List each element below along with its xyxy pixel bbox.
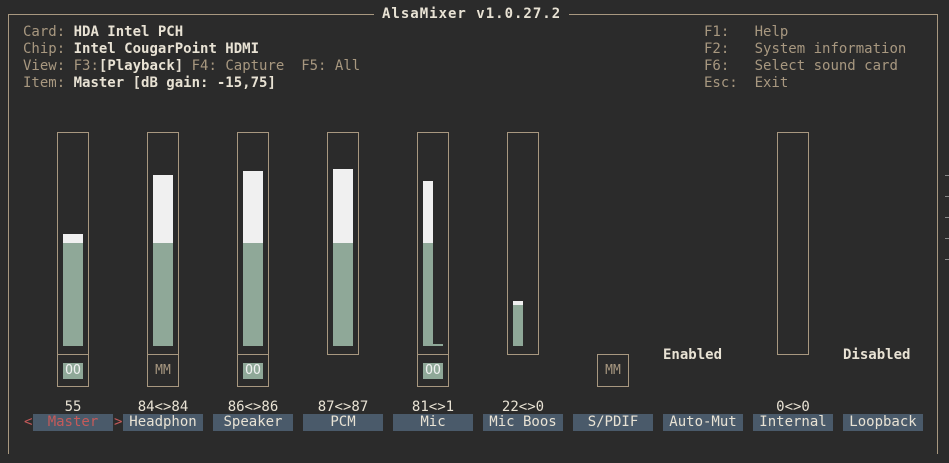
volume-fill-high <box>243 171 263 243</box>
auto-mute-status[interactable]: Enabled <box>663 347 722 364</box>
speaker-switch-state: OO <box>243 363 263 379</box>
master-switch-state: OO <box>63 363 83 379</box>
help-f6-text: Select sound card <box>754 58 898 74</box>
headphone-value: 84<>84 <box>137 399 189 415</box>
volume-fill-high <box>153 175 173 243</box>
internal-value: 0<>0 <box>776 399 810 415</box>
item-value: Master [dB gain: -15,75] <box>73 75 276 91</box>
control-spdif[interactable]: S/PDIF <box>573 414 653 431</box>
help-esc-key: Esc: <box>704 75 738 91</box>
mic-value: 81<>1 <box>411 399 455 415</box>
control-master[interactable]: Master <box>33 414 113 431</box>
volume-fill-high <box>513 301 523 305</box>
help-f6-key: F6: <box>704 58 730 74</box>
mic-capture-switch[interactable]: OO <box>417 354 449 387</box>
chip-value: Intel CougarPoint HDMI <box>73 41 260 57</box>
card-value: HDA Intel PCH <box>73 24 184 40</box>
pcm-value: 87<>87 <box>317 399 369 415</box>
control-pcm[interactable]: PCM <box>303 414 383 431</box>
headphone-volume-bar[interactable] <box>147 132 179 355</box>
item-info: Item: Master [dB gain: -15,75] <box>23 75 276 92</box>
volume-fill-low <box>153 243 173 346</box>
volume-fill-low <box>433 344 443 346</box>
volume-fill-low <box>243 243 263 346</box>
control-internal[interactable]: Internal <box>753 414 833 431</box>
volume-fill-low <box>333 243 353 346</box>
help-f1-text: Help <box>754 24 789 40</box>
mic-switch-state: OO <box>423 363 443 379</box>
mic-boost-value: 22<>0 <box>501 399 545 415</box>
help-f2[interactable]: F2: System information <box>704 41 906 58</box>
loopback-status[interactable]: Disabled <box>843 347 910 364</box>
master-mute-switch[interactable]: OO <box>57 354 89 387</box>
view-label: View: <box>23 58 66 74</box>
volume-fill-low <box>63 243 83 346</box>
mic-boost-volume-bar[interactable] <box>507 132 539 355</box>
master-value: 55 <box>64 399 82 415</box>
help-f2-key: F2: <box>704 41 730 57</box>
spdif-mute-switch[interactable]: MM <box>597 354 629 387</box>
help-f1-key: F1: <box>704 24 730 40</box>
spdif-switch-state: MM <box>605 363 621 378</box>
help-esc-text: Exit <box>754 75 789 91</box>
control-speaker[interactable]: Speaker <box>213 414 293 431</box>
volume-fill-low <box>513 305 523 346</box>
view-info: View: F3:[Playback] F4: Capture F5: All <box>23 58 360 75</box>
control-mic-boost[interactable]: Mic Boos <box>483 414 563 431</box>
view-all-tab[interactable]: F5: All <box>301 58 360 74</box>
item-label: Item: <box>23 75 66 91</box>
speaker-volume-bar[interactable] <box>237 132 269 355</box>
chip-info: Chip: Intel CougarPoint HDMI <box>23 41 259 58</box>
card-info: Card: HDA Intel PCH <box>23 24 183 41</box>
volume-fill-high <box>423 181 433 243</box>
control-headphone[interactable]: Headphon <box>123 414 203 431</box>
mic-volume-bar[interactable] <box>417 132 449 355</box>
control-loopback[interactable]: Loopback <box>843 414 923 431</box>
selection-arrow-right: > <box>114 414 123 430</box>
master-volume-bar[interactable] <box>57 132 89 355</box>
help-f1[interactable]: F1: Help <box>704 24 788 41</box>
selection-arrow-left: < <box>24 414 33 430</box>
view-f3-key: F3: <box>73 58 99 74</box>
control-auto-mute[interactable]: Auto-Mut <box>663 414 743 431</box>
volume-fill-high <box>333 169 353 243</box>
help-esc[interactable]: Esc: Exit <box>704 75 788 92</box>
control-mic[interactable]: Mic <box>393 414 473 431</box>
speaker-value: 86<>86 <box>227 399 279 415</box>
pcm-volume-bar[interactable] <box>327 132 359 355</box>
speaker-mute-switch[interactable]: OO <box>237 354 269 387</box>
card-label: Card: <box>23 24 66 40</box>
volume-fill-high <box>63 234 83 243</box>
chip-label: Chip: <box>23 41 66 57</box>
help-f6[interactable]: F6: Select sound card <box>704 58 898 75</box>
scrollbar-ticks <box>945 175 949 280</box>
alsamixer-terminal: AlsaMixer v1.0.27.2 Card: HDA Intel PCH … <box>0 0 949 463</box>
view-playback-tab[interactable]: [Playback] <box>99 58 183 74</box>
internal-volume-bar[interactable] <box>777 132 809 355</box>
headphone-switch-state: MM <box>155 363 171 378</box>
view-capture-tab[interactable]: F4: Capture <box>192 58 285 74</box>
help-f2-text: System information <box>754 41 907 57</box>
window-title: AlsaMixer v1.0.27.2 <box>374 5 570 23</box>
volume-fill-low <box>423 243 433 346</box>
headphone-mute-switch[interactable]: MM <box>147 354 179 387</box>
